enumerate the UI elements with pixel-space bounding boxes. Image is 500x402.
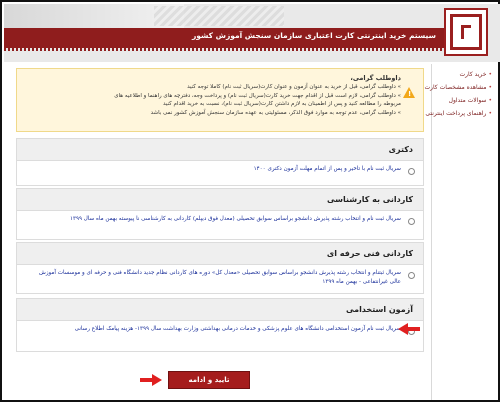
option-label[interactable]: سریال ثبتنام و انتخاب رشته پذیرش دانشجو … bbox=[27, 269, 401, 287]
site-title: سیستم خرید اینترنتی کارت اعتباری سازمان … bbox=[191, 31, 436, 40]
logo-mark-icon bbox=[461, 25, 471, 39]
option-radio[interactable] bbox=[408, 218, 415, 225]
section-title: کاردانی به کارشناسی bbox=[327, 195, 413, 204]
sidebar-menu: •خرید کارت •مشاهده مشخصات کارت •سوالات م… bbox=[424, 68, 492, 120]
logo-frame-icon bbox=[450, 14, 482, 50]
page-frame: سیستم خرید اینترنتی کارت اعتباری سازمان … bbox=[0, 0, 500, 402]
sidebar-item-label: خرید کارت bbox=[459, 71, 487, 78]
section-associate-to-bachelor: کاردانی به کارشناسی سریال ثبت نام و انتخ… bbox=[16, 188, 424, 240]
option-row[interactable]: سریال ثبت نام با تاخیر و پس از اتمام مهل… bbox=[17, 161, 423, 185]
confirm-continue-button[interactable]: تایید و ادامه bbox=[168, 371, 250, 389]
notice-title: داوطلب گرامی، bbox=[350, 74, 401, 82]
option-radio[interactable] bbox=[408, 168, 415, 175]
section-header: کاردانی فنی حرفه ای bbox=[17, 243, 423, 265]
option-row[interactable]: سریال ثبتنام و انتخاب رشته پذیرش دانشجو … bbox=[17, 265, 423, 293]
header-band-border bbox=[4, 48, 446, 51]
sidebar-item-label: مشاهده مشخصات کارت bbox=[424, 84, 487, 91]
warning-icon: ! bbox=[403, 87, 415, 98]
section-technical-vocational: کاردانی فنی حرفه ای سریال ثبتنام و انتخا… bbox=[16, 242, 424, 294]
sidebar-item-label: راهنمای پرداخت اینترنتی bbox=[425, 110, 487, 117]
sidebar-item-view-card[interactable]: •مشاهده مشخصات کارت bbox=[424, 81, 492, 94]
warning-notice: ! داوطلب گرامی، » داوطلب گرامی، قبل از خ… bbox=[16, 68, 424, 132]
bullet-icon: • bbox=[488, 71, 492, 78]
section-title: دکتری bbox=[388, 145, 413, 154]
notice-line: » داوطلب گرامی، قبل از خرید به عنوان آزم… bbox=[187, 84, 401, 90]
notice-line: » داوطلب گرامی، لازم است قبل از اقدام جه… bbox=[114, 92, 401, 99]
section-header: کاردانی به کارشناسی bbox=[17, 189, 423, 211]
notice-line: مربوطه را مطالعه کنید و پس از اطمینان به… bbox=[162, 101, 401, 107]
section-title: کاردانی فنی حرفه ای bbox=[326, 249, 413, 258]
sidebar-item-faq[interactable]: •سوالات متداول bbox=[436, 94, 492, 107]
sidebar-item-label: سوالات متداول bbox=[448, 97, 487, 104]
sidebar-item-buy-card[interactable]: •خرید کارت bbox=[436, 68, 492, 81]
bullet-icon: • bbox=[488, 110, 492, 117]
section-title: آزمون استخدامی bbox=[346, 305, 413, 314]
section-doctorate: دکتری سریال ثبت نام با تاخیر و پس از اتم… bbox=[16, 138, 424, 186]
bullet-icon: • bbox=[488, 97, 492, 104]
section-header: آزمون استخدامی bbox=[17, 299, 423, 321]
option-row[interactable]: سریال ثبت نام آزمون استخدامی دانشگاه های… bbox=[17, 321, 423, 351]
section-employment-exam: آزمون استخدامی سریال ثبت نام آزمون استخد… bbox=[16, 298, 424, 352]
option-label[interactable]: سریال ثبت نام و انتخاب رشته پذیرش دانشجو… bbox=[27, 215, 401, 224]
sanjesh-logo[interactable] bbox=[444, 8, 488, 56]
pointer-arrow-icon bbox=[398, 323, 420, 335]
option-row[interactable]: سریال ثبت نام و انتخاب رشته پذیرش دانشجو… bbox=[17, 211, 423, 239]
pointer-arrow-icon bbox=[140, 374, 162, 386]
notice-line: » داوطلب گرامی، عدم توجه به موارد فوق ال… bbox=[150, 109, 401, 116]
section-header: دکتری bbox=[17, 139, 423, 161]
option-label[interactable]: سریال ثبت نام آزمون استخدامی دانشگاه های… bbox=[27, 325, 401, 334]
option-label[interactable]: سریال ثبت نام با تاخیر و پس از اتمام مهل… bbox=[27, 165, 401, 174]
site-header: سیستم خرید اینترنتی کارت اعتباری سازمان … bbox=[4, 4, 500, 62]
option-radio[interactable] bbox=[408, 272, 415, 279]
header-pattern bbox=[154, 6, 284, 26]
sidebar-item-payment-guide[interactable]: •راهنمای پرداخت اینترنتی bbox=[425, 107, 492, 120]
bullet-icon: • bbox=[488, 84, 492, 91]
